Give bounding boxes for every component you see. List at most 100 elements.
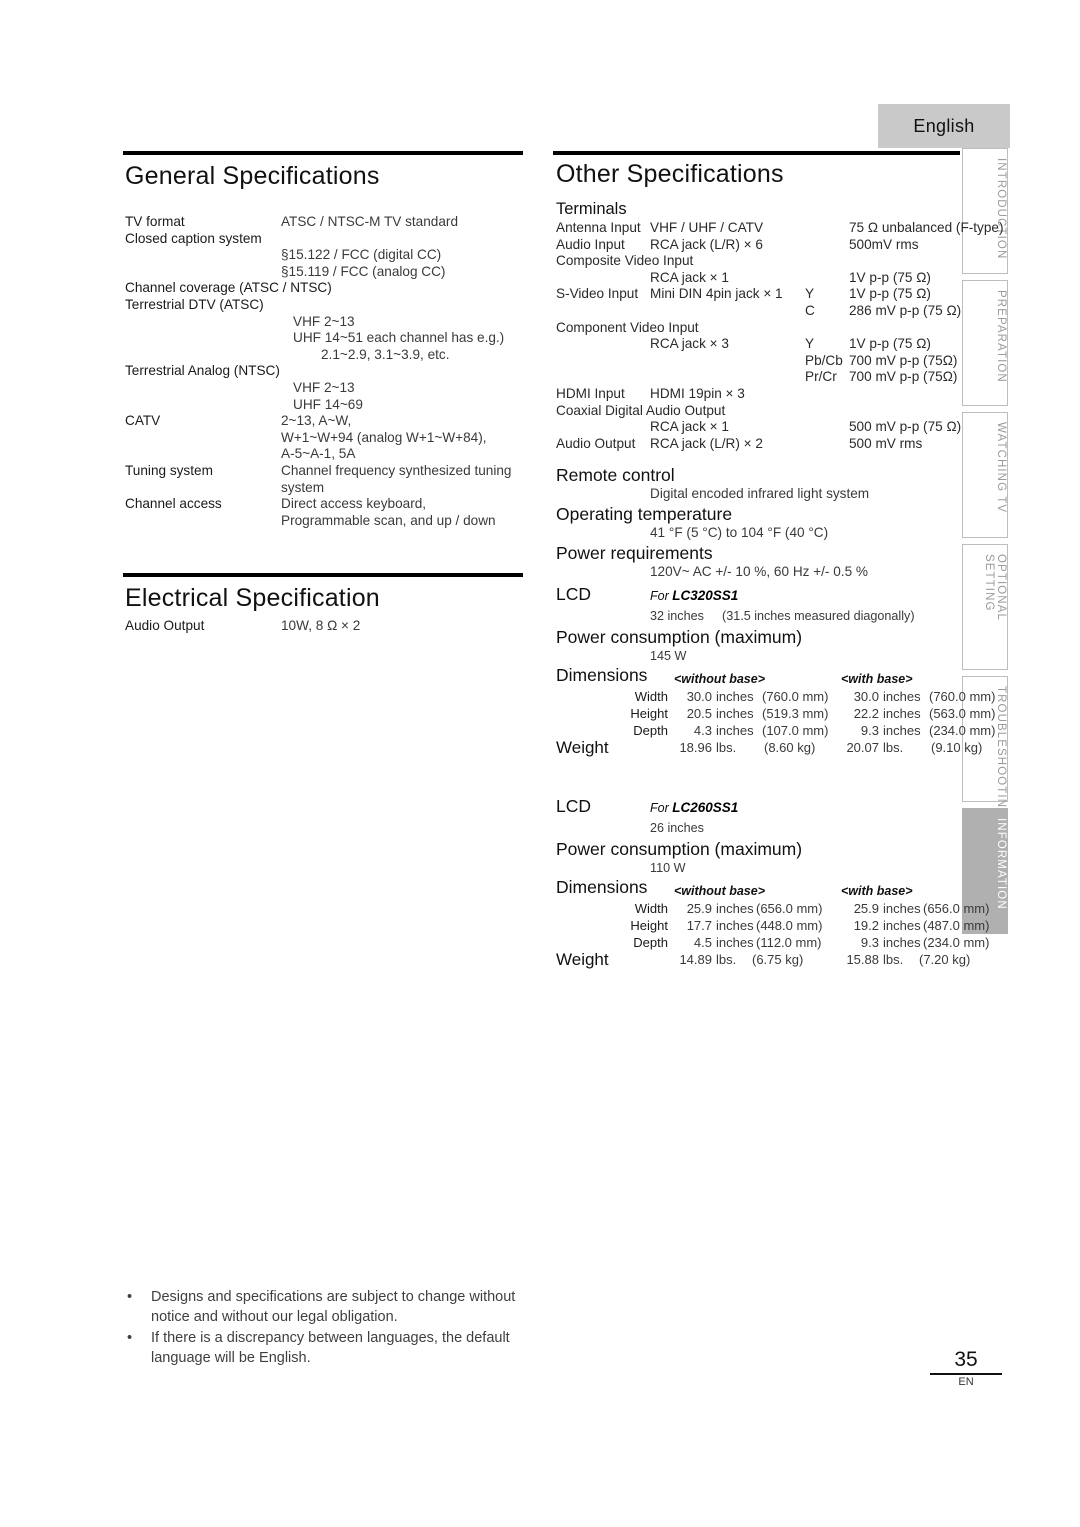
spec-row-value: 2.1~2.9, 3.1~3.9, etc. [321,346,450,362]
terminal-signal: Pr/Cr [805,369,837,385]
spec-row: 2.1~2.9, 3.1~3.9, etc. [125,347,525,364]
lcd-320-size-note: (31.5 inches measured diagonally) [722,609,915,624]
section-tab-watching-tv[interactable]: WATCHING TV [962,412,1008,538]
terminal-spec: 500 mV p-p (75 Ω) [849,419,962,435]
lcd-260-weight-kg-without-base: (6.75 kg) [752,952,804,968]
lcd-260-dimension-inches-with-base: 9.3 [860,935,879,951]
terminal-connector: HDMI 19pin × 3 [650,385,745,401]
lcd-320-without-base-tag: <without base> [674,672,765,687]
section-tab-introduction[interactable]: INTRODUCTION [962,148,1008,274]
lcd-320-dimension-mm-without-base: (760.0 mm) [762,689,829,705]
lcd-260-dimension-mm-with-base: (234.0 mm) [923,935,990,951]
spec-row: Channel coverage (ATSC / NTSC) [125,280,525,297]
spec-row: W+1~W+94 (analog W+1~W+84), [125,430,525,447]
lcd-260-dimension-row: Height 17.7 inches (448.0 mm) 19.2 inches (487… [556,918,989,935]
spec-row: Closed caption system [125,231,525,248]
language-badge: English [878,104,1010,148]
terminal-connector: RCA jack (L/R) × 6 [650,236,763,252]
lcd-260-dimension-unit-with-base: inches [883,935,921,951]
other-spec-title: Other Specifications [556,160,784,188]
spec-row-value: 2~13, A~W, [281,413,352,429]
spec-row-value: §15.119 / FCC (analog CC) [281,263,446,279]
lcd-320-model-name: LC320SS1 [672,588,739,604]
terminal-row: Pb/Cb 700 mV p-p (75Ω) [556,353,966,370]
spec-row: UHF 14~51 each channel has e.g.) [125,330,525,347]
lcd-320-dimension-inches-with-base: 30.0 [853,689,879,705]
spec-row-value: ATSC / NTSC-M TV standard [281,214,459,229]
terminal-signal: Pb/Cb [805,352,843,368]
lcd-320-weight-row: Weight 18.96 lbs. (8.60 kg) 20.07 lbs. (9.10 k… [556,739,982,762]
bullet-icon: • [127,1330,133,1346]
spec-row-value: system [281,479,325,495]
remote-control-value: Digital encoded infrared light system [650,486,870,502]
lcd-320-weight-unit-with-base: lbs. [883,740,904,756]
section-tab-label: INTRODUCTION [995,158,1007,260]
spec-row-label: Channel access [125,496,222,512]
lcd-320-power-consumption-heading: Power consumption (maximum) [556,627,803,648]
terminal-row: Antenna Input VHF / UHF / CATV 75 Ω unbala… [556,220,1004,237]
spec-row-value: VHF 2~13 [293,313,355,329]
spec-row: §15.122 / FCC (digital CC) [125,247,525,264]
lcd-320-lcd-heading-row: LCD For LC320SS1 [556,586,966,608]
lcd-320-model-wrap: For LC320SS1 [650,588,738,605]
lcd-320-dimension-unit-with-base: inches [883,689,921,705]
gap-between-lcd-blocks [556,762,966,798]
lcd-260-dimension-mm-without-base: (112.0 mm) [756,935,822,951]
remote-control-heading: Remote control [556,465,675,486]
lcd-320-dimension-inches-without-base: 30.0 [686,689,712,705]
spec-row-value: 10W, 8 Ω × 2 [281,618,361,633]
spec-row: CATV 2~13, A~W, [125,413,525,430]
footnote-text: Designs and specifications are subject t… [151,1289,516,1325]
lcd-260-power-consumption-value: 110 W [650,861,686,876]
terminal-spec: 75 Ω unbalanced (F-type) [849,220,1004,235]
section-tab-optional-setting[interactable]: OPTIONAL SETTING [962,544,1008,670]
terminals-heading: Terminals [556,200,627,218]
lcd-260-dimension-inches-without-base: 4.5 [693,935,712,951]
lcd-320-dimension-unit-with-base: inches [883,723,921,739]
lcd-260-dimension-inches-with-base: 25.9 [853,901,879,917]
lcd-320-size-row: 32 inches (31.5 inches measured diagonall… [556,608,966,626]
lcd-260-weight-kg-with-base: (7.20 kg) [919,952,971,968]
terminal-row: Composite Video Input [556,253,966,270]
lcd-320-dimension-unit-without-base: inches [716,706,754,722]
footnote-text: If there is a discrepancy between langua… [151,1330,510,1366]
lcd-320-for-label: For [650,589,673,604]
terminal-spec: 1V p-p (75 Ω) [849,286,931,302]
manual-page: English INTRODUCTION PREPARATION WATCHING … [0,0,1080,1527]
gap-after-terminals [556,452,966,464]
bullet-icon: • [127,1289,133,1305]
lcd-320-weight-kg-without-base: (8.60 kg) [764,740,816,756]
lcd-260-dimension-mm-with-base: (656.0 mm) [923,901,990,917]
page-number-rule [930,1373,1002,1375]
lcd-320-dimension-inches-with-base: 9.3 [860,723,879,739]
terminal-connector: Mini DIN 4pin jack × 1 [650,286,783,302]
spec-row-label: Tuning system [125,462,213,478]
terminal-row: RCA jack × 1 500 mV p-p (75 Ω) [556,419,966,436]
spec-row: TV format ATSC / NTSC-M TV standard [125,214,525,231]
terminal-row: C 286 mV p-p (75 Ω) [556,303,966,320]
remote-control-row: Digital encoded infrared light system [556,486,966,503]
other-spec-rule [553,151,960,155]
lcd-260-dimension-label: Height [630,918,668,934]
terminal-signal: C [805,302,815,318]
lcd-260-dimensions-header-row: Dimensions <without base> <with base> [556,879,966,901]
terminal-name: Component Video Input [556,319,699,335]
spec-row-label: CATV [125,413,161,429]
terminal-name: Audio Input [556,236,625,252]
lcd-260-dimension-mm-with-base: (487.0 mm) [923,918,990,934]
lcd-260-weight-row: Weight 14.89 lbs. (6.75 kg) 15.88 lbs. (7.20 k… [556,951,970,974]
section-tab-preparation[interactable]: PREPARATION [962,280,1008,406]
terminal-row: RCA jack × 3 Y 1V p-p (75 Ω) [556,336,966,353]
lcd-320-dimensions-label: Dimensions [556,665,648,686]
lcd-260-with-base-tag: <with base> [841,884,913,899]
power-requirements-heading: Power requirements [556,542,713,563]
lcd-260-dimension-label: Width [634,901,668,917]
terminal-spec: 500 mV rms [849,435,923,451]
lcd-320-dimension-inches-without-base: 4.3 [693,723,712,739]
lcd-260-weight-lbs-with-base: 15.88 [846,952,879,968]
spec-row-value: Channel frequency synthesized tuning [281,462,512,478]
footnote-item: • If there is a discrepancy between langu… [125,1329,555,1368]
lcd-260-size-value: 26 inches [650,821,704,836]
lcd-320-dimension-mm-with-base: (234.0 mm) [929,723,996,739]
general-spec-title: General Specifications [125,162,380,190]
